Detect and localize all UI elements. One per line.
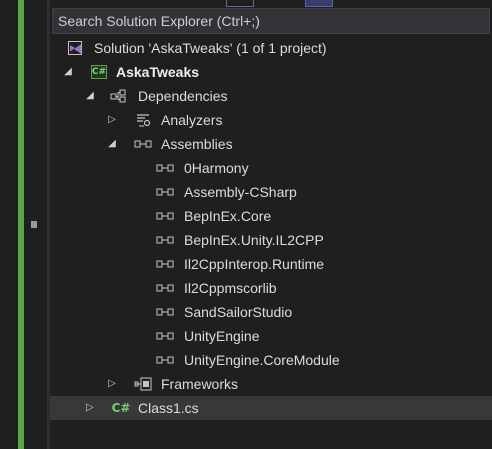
assembly-item[interactable]: SandSailorStudio <box>50 300 492 324</box>
assembly-label: Il2Cppmscorlib <box>184 280 277 296</box>
expanded-triangle-icon[interactable]: ◢ <box>84 84 96 108</box>
tree-item-dependencies[interactable]: ◢ Dependencies <box>50 84 492 108</box>
reference-icon <box>156 276 174 300</box>
analyzers-icon <box>134 108 152 132</box>
solution-icon <box>66 36 84 60</box>
toolbar-strip <box>50 0 492 8</box>
dependencies-label: Dependencies <box>138 88 228 104</box>
assembly-item[interactable]: BepInEx.Core <box>50 204 492 228</box>
assembly-label: Assembly-CSharp <box>184 184 297 200</box>
frameworks-label: Frameworks <box>161 376 239 392</box>
assembly-item[interactable]: UnityEngine.CoreModule <box>50 348 492 372</box>
dependencies-icon <box>110 84 128 108</box>
git-change-indicator <box>18 0 24 449</box>
collapsed-triangle-icon[interactable]: ▷ <box>106 372 118 396</box>
assembly-label: UnityEngine.CoreModule <box>184 352 340 368</box>
assembly-label: BepInEx.Core <box>184 208 272 224</box>
csharp-project-icon: C# <box>90 60 108 84</box>
analyzers-label: Analyzers <box>161 112 223 128</box>
class1-label: Class1.cs <box>138 400 199 416</box>
scroll-marker[interactable] <box>31 221 37 228</box>
reference-icon <box>156 156 174 180</box>
assembly-label: BepInEx.Unity.IL2CPP <box>184 232 324 248</box>
toolbar-button[interactable] <box>226 0 254 7</box>
assembly-item[interactable]: Assembly-CSharp <box>50 180 492 204</box>
reference-icon <box>156 252 174 276</box>
project-label: AskaTweaks <box>116 64 200 80</box>
reference-icon <box>156 324 174 348</box>
assembly-item[interactable]: UnityEngine <box>50 324 492 348</box>
assemblies-label: Assemblies <box>161 136 233 152</box>
tree-item-class1[interactable]: ▷ C# Class1.cs <box>50 396 492 420</box>
assembly-label: UnityEngine <box>184 328 260 344</box>
reference-icon <box>156 204 174 228</box>
assembly-item[interactable]: 0Harmony <box>50 156 492 180</box>
search-input[interactable] <box>52 8 490 34</box>
assembly-item[interactable]: Il2CppInterop.Runtime <box>50 252 492 276</box>
collapsed-triangle-icon[interactable]: ▷ <box>84 396 96 420</box>
frameworks-icon <box>134 372 152 396</box>
assembly-label: 0Harmony <box>184 160 249 176</box>
csharp-file-badge: C# <box>111 401 131 415</box>
editor-gutter <box>0 0 47 449</box>
reference-icon <box>134 132 152 156</box>
expanded-triangle-icon[interactable]: ◢ <box>62 60 74 84</box>
tree-item-frameworks[interactable]: ▷ Frameworks <box>50 372 492 396</box>
tree-item-project[interactable]: ◢ C# AskaTweaks <box>50 60 492 84</box>
expanded-triangle-icon[interactable]: ◢ <box>106 132 118 156</box>
toolbar-button-active[interactable] <box>305 0 333 7</box>
assembly-item[interactable]: BepInEx.Unity.IL2CPP <box>50 228 492 252</box>
collapsed-triangle-icon[interactable]: ▷ <box>106 108 118 132</box>
tree-item-assemblies[interactable]: ◢ Assemblies <box>50 132 492 156</box>
tree-item-analyzers[interactable]: ▷ Analyzers <box>50 108 492 132</box>
solution-label: Solution 'AskaTweaks' (1 of 1 project) <box>94 40 327 56</box>
assembly-label: SandSailorStudio <box>184 304 293 320</box>
assembly-label: Il2CppInterop.Runtime <box>184 256 325 272</box>
reference-icon <box>156 300 174 324</box>
tree-item-solution[interactable]: Solution 'AskaTweaks' (1 of 1 project) <box>50 36 492 60</box>
assembly-item[interactable]: Il2Cppmscorlib <box>50 276 492 300</box>
reference-icon <box>156 228 174 252</box>
reference-icon <box>156 348 174 372</box>
csharp-file-icon: C# <box>111 396 131 420</box>
csharp-badge: C# <box>91 65 107 79</box>
reference-icon <box>156 180 174 204</box>
solution-explorer-panel: Solution 'AskaTweaks' (1 of 1 project) ◢… <box>50 0 492 449</box>
